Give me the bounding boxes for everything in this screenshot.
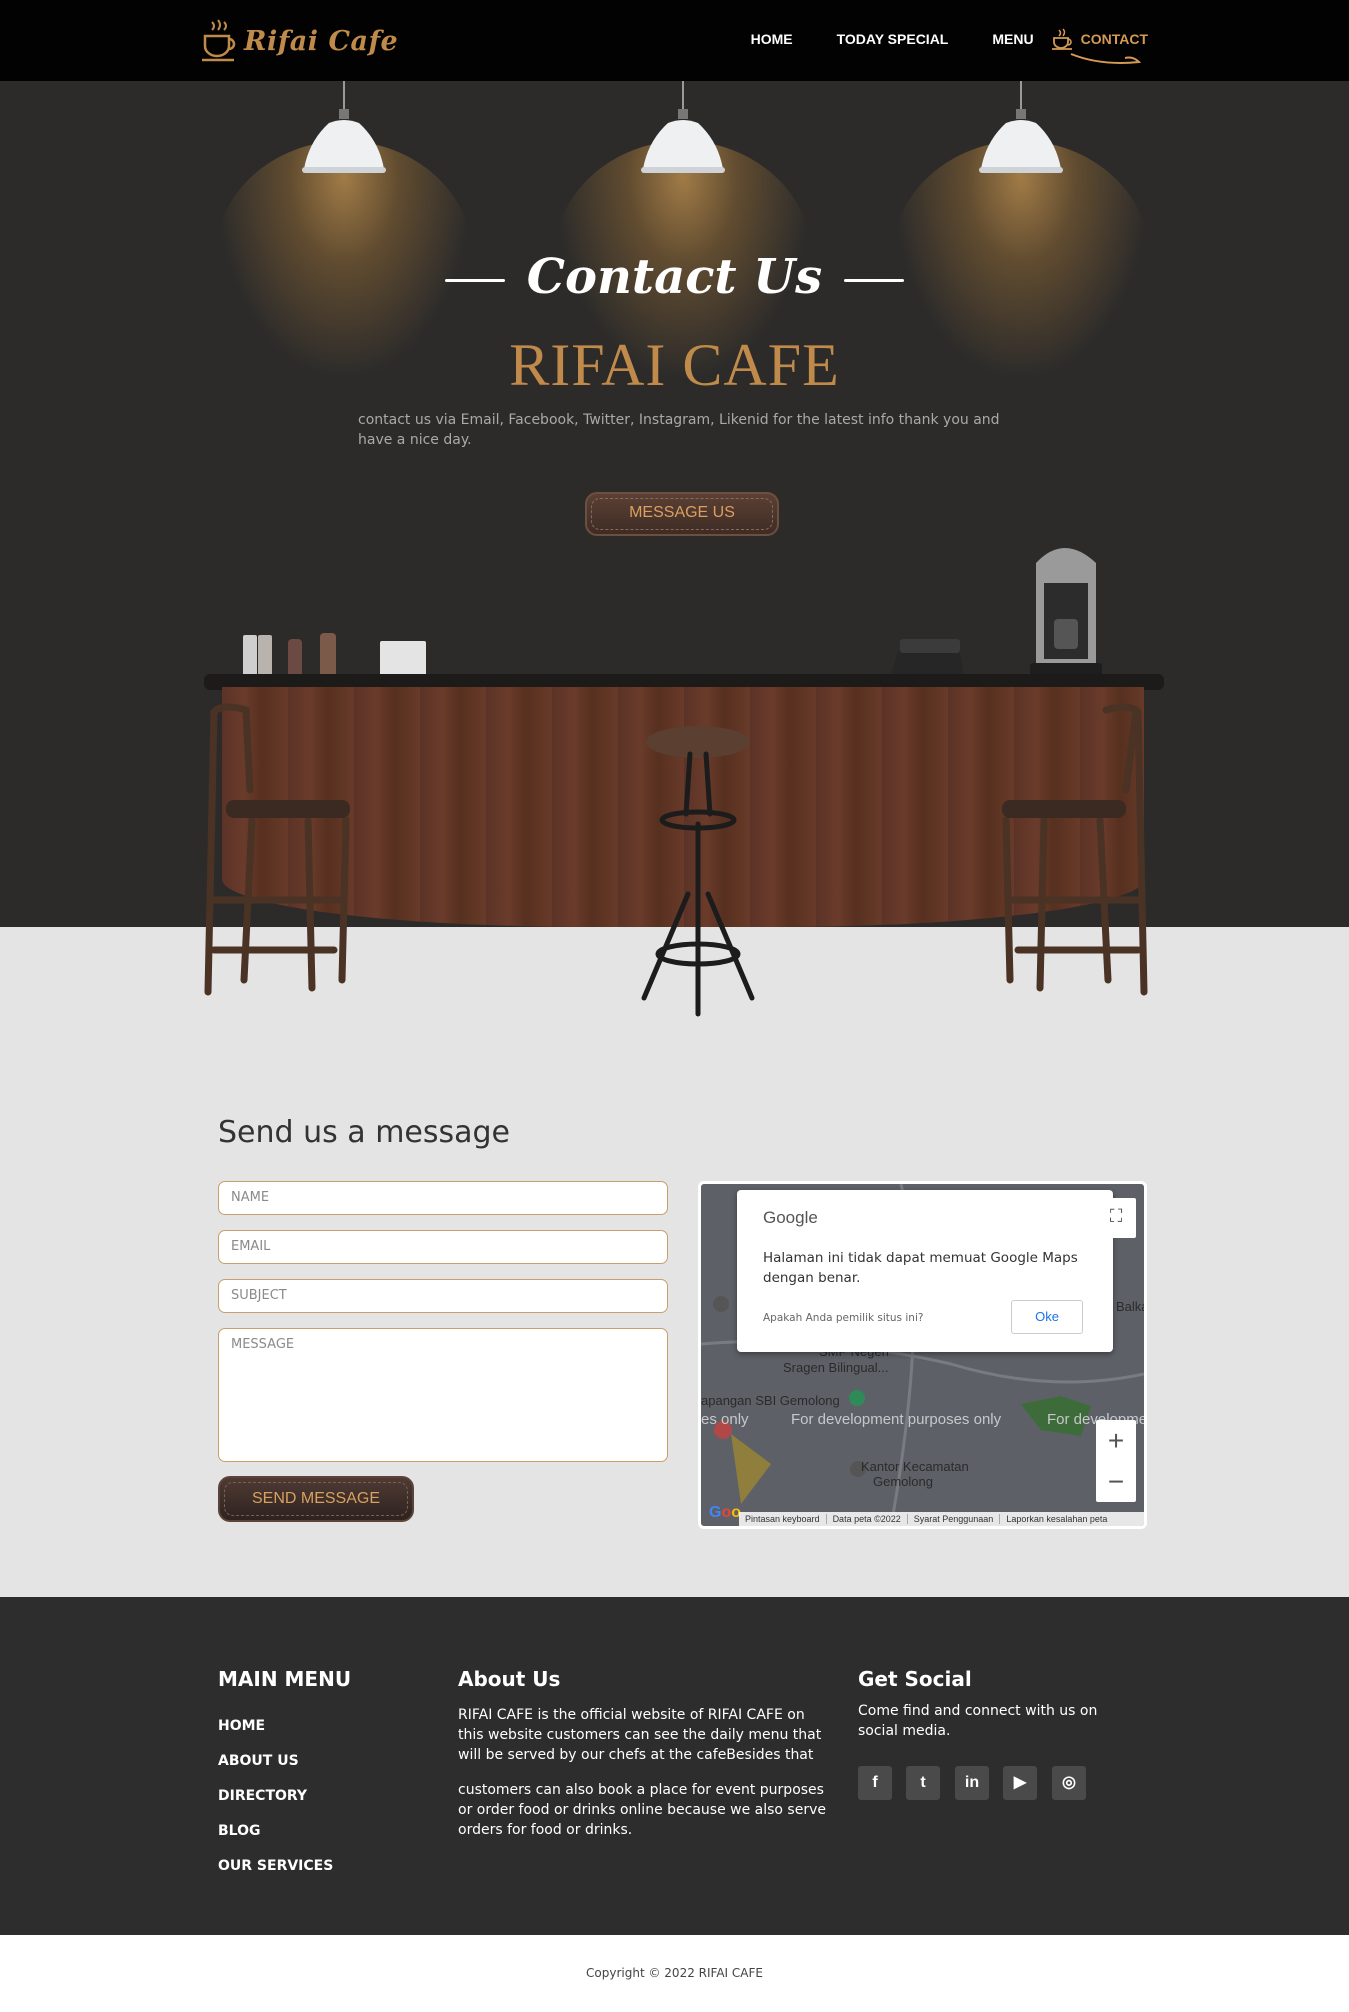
name-input[interactable]: NAME bbox=[218, 1181, 668, 1215]
facebook-icon[interactable]: f bbox=[858, 1766, 892, 1800]
coffee-machine-icon bbox=[1030, 548, 1102, 677]
google-map[interactable]: SMP Negeri Sragen Bilingual... apangan S… bbox=[698, 1181, 1147, 1529]
nav-home[interactable]: HOME bbox=[751, 31, 793, 47]
footer-link-directory[interactable]: DIRECTORY bbox=[218, 1788, 307, 1804]
footer-link-blog[interactable]: BLOG bbox=[218, 1823, 261, 1839]
map-footer: Pintasan keyboard Data peta ©2022 Syarat… bbox=[739, 1512, 1144, 1526]
map-ok-button[interactable]: Oke bbox=[1011, 1300, 1083, 1334]
footer-social-heading: Get Social bbox=[858, 1667, 972, 1691]
coffee-cup-icon bbox=[202, 19, 236, 62]
map-label: Balkar bbox=[1116, 1299, 1144, 1314]
map-footer-link[interactable]: Syarat Penggunaan bbox=[908, 1514, 1001, 1524]
linkedin-icon[interactable]: in bbox=[955, 1766, 989, 1800]
map-error-dialog: Google Halaman ini tidak dapat memuat Go… bbox=[737, 1190, 1113, 1352]
nav-contact-wrap: CONTACT bbox=[1051, 28, 1148, 64]
nav-links: HOME TODAY SPECIAL MENU CONTACT bbox=[707, 28, 1148, 64]
google-logo: Google bbox=[763, 1208, 818, 1227]
subject-input[interactable]: SUBJECT bbox=[218, 1279, 668, 1313]
footer-about-heading: About Us bbox=[458, 1667, 561, 1691]
map-owner-question[interactable]: Apakah Anda pemilik situs ini? bbox=[763, 1312, 923, 1324]
bar-stool-icon bbox=[641, 726, 755, 1017]
send-message-button[interactable]: SEND MESSAGE bbox=[218, 1476, 414, 1522]
hero-brand: RIFAI CAFE bbox=[509, 332, 840, 398]
footer-about-text: customers can also book a place for even… bbox=[458, 1782, 826, 1838]
nav-contact[interactable]: CONTACT bbox=[1081, 31, 1148, 47]
cash-register-icon bbox=[890, 639, 964, 677]
map-label: es only bbox=[701, 1411, 749, 1428]
footer-link-our-services[interactable]: OUR SERVICES bbox=[218, 1858, 333, 1874]
map-zoom-controls: + − bbox=[1096, 1420, 1136, 1502]
footer: MAIN MENU HOME ABOUT US DIRECTORY BLOG O… bbox=[0, 1597, 1349, 1935]
nav-today-special[interactable]: TODAY SPECIAL bbox=[837, 31, 949, 47]
logo[interactable]: Rifai Cafe bbox=[200, 18, 398, 64]
map-label: Kantor Kecamatan bbox=[861, 1459, 969, 1474]
footer-link-home[interactable]: HOME bbox=[218, 1718, 265, 1734]
zoom-out-button[interactable]: − bbox=[1096, 1461, 1136, 1502]
bar-stool-icon bbox=[1002, 703, 1148, 996]
email-input[interactable]: EMAIL bbox=[218, 1230, 668, 1264]
instagram-icon[interactable]: ◎ bbox=[1052, 1766, 1086, 1800]
map-label: For development purposes only bbox=[791, 1411, 1002, 1428]
hero-title: Contact Us bbox=[0, 249, 1349, 305]
map-footer-text: Data peta ©2022 bbox=[827, 1514, 908, 1524]
map-label: apangan SBI Gemolong bbox=[701, 1393, 840, 1408]
message-textarea[interactable]: MESSAGE bbox=[218, 1328, 668, 1462]
navbar: Rifai Cafe HOME TODAY SPECIAL MENU CONTA… bbox=[0, 0, 1349, 81]
coffee-cup-icon bbox=[1051, 28, 1072, 50]
contact-title: Send us a message bbox=[218, 1115, 511, 1150]
map-error-message: Halaman ini tidak dapat memuat Google Ma… bbox=[763, 1250, 1078, 1286]
map-label: Sragen Bilingual... bbox=[783, 1360, 889, 1375]
footer-link-about-us[interactable]: ABOUT US bbox=[218, 1753, 299, 1769]
fullscreen-icon[interactable]: ⛶ bbox=[1096, 1198, 1136, 1238]
copyright: Copyright © 2022 RIFAI CAFE bbox=[586, 1966, 763, 1980]
map-footer-link[interactable]: Pintasan keyboard bbox=[739, 1514, 827, 1524]
message-us-button[interactable]: MESSAGE US bbox=[585, 492, 779, 536]
google-watermark: Goo bbox=[709, 1504, 742, 1521]
bar-stool-icon bbox=[204, 703, 350, 996]
map-footer-link[interactable]: Laporkan kesalahan peta bbox=[1000, 1514, 1113, 1524]
map-label: Gemolong bbox=[873, 1474, 933, 1489]
nav-menu[interactable]: MENU bbox=[992, 31, 1033, 47]
bottles-icon bbox=[243, 633, 426, 677]
footer-about-text: RIFAI CAFE is the official website of RI… bbox=[458, 1707, 822, 1763]
hero-description: contact us via Email, Facebook, Twitter,… bbox=[358, 412, 1000, 448]
zoom-in-button[interactable]: + bbox=[1096, 1420, 1136, 1461]
youtube-icon[interactable]: ▶ bbox=[1003, 1766, 1037, 1800]
swoosh-underline-icon bbox=[1070, 53, 1141, 64]
logo-text: Rifai Cafe bbox=[244, 25, 399, 57]
twitter-icon[interactable]: t bbox=[906, 1766, 940, 1800]
footer-social-text: Come find and connect with us on social … bbox=[858, 1703, 1098, 1739]
footer-main-menu-heading: MAIN MENU bbox=[218, 1667, 352, 1691]
